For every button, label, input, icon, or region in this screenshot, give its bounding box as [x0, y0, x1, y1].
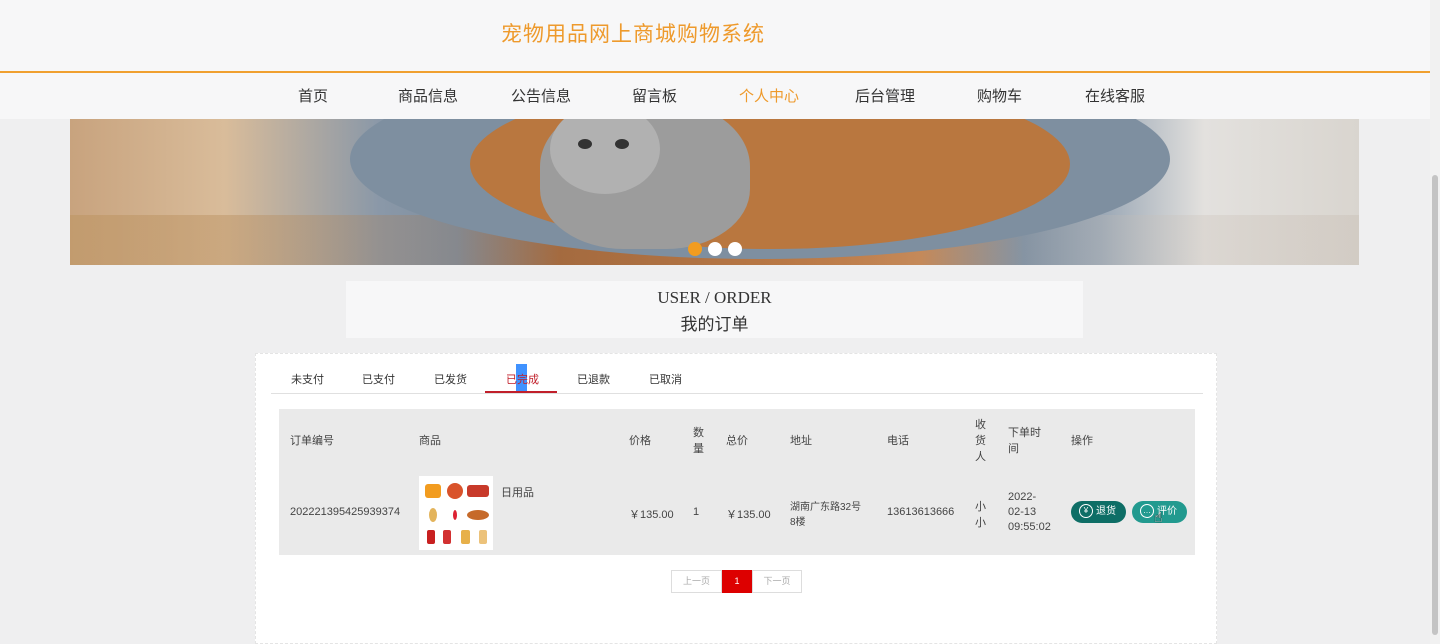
nav-item-message-board[interactable]: 留言板 — [632, 85, 677, 106]
cell-order-no: 202221395425939374 — [290, 506, 401, 518]
next-page-button[interactable]: 下一页 — [752, 570, 802, 593]
banner-carousel[interactable] — [70, 119, 1359, 265]
nav-item-customer-service[interactable]: 在线客服 — [1085, 85, 1145, 106]
nav-item-announcements[interactable]: 公告信息 — [511, 85, 571, 106]
col-header-product: 商品 — [419, 435, 441, 447]
tab-paid[interactable]: 已支付 — [362, 371, 395, 387]
page-scrollbar[interactable] — [1430, 0, 1440, 644]
cell-address-line2: 8楼 — [790, 517, 806, 528]
col-header-qty-line1: 数 — [693, 427, 704, 439]
col-header-address: 地址 — [790, 435, 812, 447]
col-header-action: 操作 — [1071, 435, 1093, 447]
cell-receiver-line2: 小 — [975, 517, 986, 529]
product-thumbnail — [419, 476, 493, 550]
order-panel: 未支付 已支付 已发货 已完成 已退款 已取消 订单编号 商品 价格 数 量 总… — [255, 353, 1217, 644]
nav-item-home[interactable]: 首页 — [298, 85, 328, 106]
hand-cursor-icon: ☝ — [1154, 509, 1163, 525]
cat-eye — [615, 139, 629, 149]
cell-qty: 1 — [693, 506, 700, 518]
cat-eye — [578, 139, 592, 149]
tab-cancelled[interactable]: 已取消 — [649, 371, 682, 387]
tab-shipped[interactable]: 已发货 — [434, 371, 467, 387]
cell-address-line1: 湖南广东路32号 — [790, 502, 862, 513]
col-header-price: 价格 — [629, 435, 651, 447]
col-header-qty-line2: 量 — [693, 443, 704, 455]
col-header-receiver-line3: 人 — [975, 451, 986, 463]
cell-phone: 13613613666 — [887, 506, 955, 518]
cell-time-line2: 02-13 — [1008, 506, 1037, 518]
col-header-qty: 数 量 — [693, 424, 704, 456]
cell-time-line1: 2022- — [1008, 491, 1037, 503]
cell-receiver: 小 小 — [975, 498, 986, 530]
scrollbar-thumb[interactable] — [1432, 175, 1438, 635]
nav-item-cart[interactable]: 购物车 — [977, 85, 1022, 106]
col-header-order-no: 订单编号 — [290, 435, 334, 447]
prev-page-button[interactable]: 上一页 — [671, 570, 722, 593]
col-header-time-line1: 下单时 — [1008, 427, 1041, 439]
section-title-cn: 我的订单 — [680, 315, 749, 334]
carousel-dot-2[interactable] — [708, 242, 722, 256]
product-image-collage — [423, 480, 489, 546]
col-header-order-time: 下单时 间 — [1008, 424, 1041, 456]
page-number-button[interactable]: 1 — [722, 570, 752, 593]
col-header-phone: 电话 — [887, 435, 909, 447]
carousel-dots — [688, 242, 748, 261]
cell-address: 湖南广东路32号 8楼 — [790, 498, 861, 528]
cell-order-time: 2022- 02-13 09:55:02 — [1008, 490, 1051, 535]
nav-item-products[interactable]: 商品信息 — [398, 85, 458, 106]
carousel-dot-1[interactable] — [688, 242, 702, 256]
site-title: 宠物用品网上商城购物系统 — [501, 23, 765, 46]
yen-icon: ¥ — [1079, 504, 1093, 519]
nav-item-personal-center[interactable]: 个人中心 — [739, 85, 799, 106]
cell-time-line3: 09:55:02 — [1008, 521, 1051, 533]
section-heading: USER / ORDER 我的订单 — [346, 281, 1083, 338]
col-header-receiver-line2: 货 — [975, 435, 986, 447]
col-header-time-line2: 间 — [1008, 443, 1019, 455]
cell-product-name[interactable]: 日用品 — [501, 484, 534, 500]
cell-receiver-line1: 小 — [975, 501, 986, 513]
col-header-total: 总价 — [726, 435, 748, 447]
cell-price: ￥135.00 — [629, 509, 674, 521]
return-button[interactable]: ¥ 退货 — [1071, 501, 1126, 523]
tab-completed[interactable]: 已完成 — [506, 371, 539, 387]
carousel-dot-3[interactable] — [728, 242, 742, 256]
col-header-receiver: 收 货 人 — [975, 416, 986, 464]
return-button-label: 退货 — [1096, 506, 1116, 517]
comment-icon: … — [1140, 504, 1154, 519]
nav-item-admin[interactable]: 后台管理 — [855, 85, 915, 106]
section-title-en: USER / ORDER — [657, 288, 772, 307]
main-nav: 首页 商品信息 公告信息 留言板 个人中心 后台管理 购物车 在线客服 — [0, 73, 1430, 119]
cell-total: ￥135.00 — [726, 509, 771, 521]
col-header-receiver-line1: 收 — [975, 419, 986, 431]
site-header: 宠物用品网上商城购物系统 — [0, 0, 1430, 73]
tab-refunded[interactable]: 已退款 — [577, 371, 610, 387]
orders-table: 订单编号 商品 价格 数 量 总价 地址 电话 收 货 人 下单时 间 操作 2… — [279, 409, 1195, 555]
tab-unpaid[interactable]: 未支付 — [291, 371, 324, 387]
order-status-tabs: 未支付 已支付 已发货 已完成 已退款 已取消 — [271, 364, 1203, 394]
active-tab-underline — [485, 391, 557, 393]
